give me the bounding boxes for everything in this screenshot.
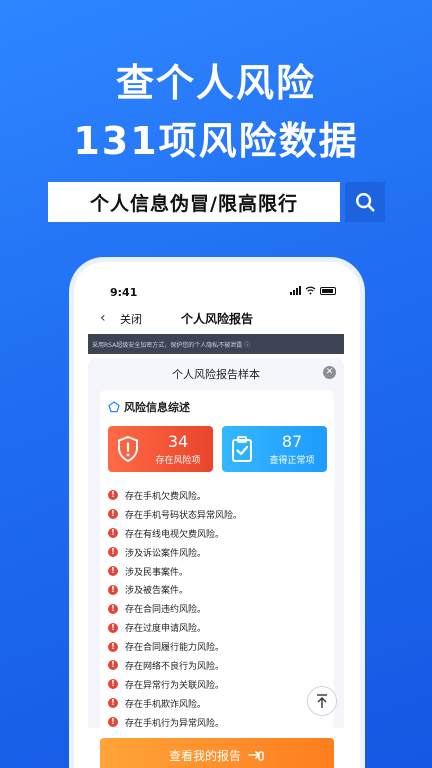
normal-count-value: 87 [281, 432, 303, 451]
search-icon [356, 193, 375, 212]
list-item: ! 存在手机行为异常风险。 [108, 713, 326, 732]
signal-icon [290, 286, 301, 295]
alert-icon: ! [108, 660, 118, 671]
report-sample-card: 个人风险报告样本 ✕ 风险信息综述 34 存在风险项 87 查得正常项 ! 存在… [88, 358, 344, 730]
list-item: ! 存在网络不良行为风险。 [108, 656, 326, 675]
list-item: ! 存在手机欠费风险。 [108, 486, 326, 505]
alert-icon: ! [108, 566, 118, 576]
list-item: ! 存在合同履行能力风险。 [108, 637, 326, 656]
list-item: ! 存在合同违约风险。 [108, 599, 326, 618]
hero-title: 查个人风险 [115, 61, 316, 105]
nav-bar: ‹ 关闭 个人风险报告 [74, 304, 360, 332]
status-bar: 9:41 [74, 262, 360, 306]
view-my-report-button[interactable]: 查看我的报告 [100, 738, 334, 768]
alert-icon: ! [108, 698, 118, 709]
section-title: 风险信息综述 [124, 401, 190, 414]
cta-label: 查看我的报告 [168, 748, 241, 763]
risk-summary-panel: 风险信息综述 34 存在风险项 87 查得正常项 ! 存在手机欠费风险。 ! 存… [100, 390, 334, 730]
alert-icon: ! [108, 717, 118, 728]
close-icon[interactable]: ✕ [323, 366, 336, 379]
hero-subtitle: 131项风险数据 [73, 119, 359, 163]
battery-icon [320, 286, 336, 295]
list-item: ! 存在手机欺诈风险。 [108, 694, 326, 713]
risk-count-value: 34 [167, 432, 189, 451]
page-title: 个人风险报告 [180, 312, 253, 326]
risk-count-stat: 34 存在风险项 [108, 426, 213, 472]
alert-icon: ! [108, 490, 118, 501]
pentagon-icon [108, 401, 120, 413]
warning-shield-icon [118, 435, 138, 463]
search-query-text: 个人信息伪冒/限高限行 [90, 192, 298, 215]
list-item: ! 涉及诉讼案件风险。 [108, 543, 326, 562]
normal-count-stat: 87 查得正常项 [222, 426, 327, 472]
risk-count-label: 存在风险项 [155, 456, 201, 466]
alert-icon: ! [108, 547, 118, 558]
search-button[interactable] [345, 182, 385, 222]
list-item: ! 存在异常行为关联风险。 [108, 675, 326, 694]
wifi-icon [305, 286, 316, 295]
back-to-top-button[interactable] [307, 686, 337, 716]
normal-count-label: 查得正常项 [269, 456, 315, 466]
list-item: ! 存在有线电视欠费风险。 [108, 524, 326, 543]
status-icons [290, 286, 336, 295]
status-time: 9:41 [110, 286, 138, 299]
list-item: ! 涉及民事案件。 [108, 562, 326, 581]
alert-icon: ! [108, 528, 118, 539]
alert-icon: ! [108, 509, 118, 520]
clipboard-check-icon [232, 436, 252, 462]
encryption-notice: 采用RSA超级安全加密方式，保护您的个人隐私不被泄露 ⓘ [88, 334, 344, 354]
pointing-hand-icon [248, 751, 264, 761]
section-header: 风险信息综述 [108, 399, 190, 415]
phone-mockup: 9:41 ‹ 关闭 个人风险报告 采用RSA超级安全加密方式，保护您的个人隐私不… [74, 262, 360, 768]
list-item: ! 存在手机号码状态异常风险。 [108, 505, 326, 524]
alert-icon: ! [108, 641, 118, 652]
list-item: ! 存在过度申请风险。 [108, 618, 326, 637]
risk-list: ! 存在手机欠费风险。 ! 存在手机号码状态异常风险。 ! 存在有线电视欠费风险。 !… [108, 486, 326, 732]
card-title: 个人风险报告样本 [172, 368, 260, 381]
list-item: ! 涉及被告案件。 [108, 580, 326, 599]
alert-icon: ! [108, 679, 118, 690]
alert-icon: ! [108, 603, 118, 614]
search-input[interactable]: 个人信息伪冒/限高限行 [48, 182, 340, 222]
arrow-up-icon [317, 694, 327, 708]
alert-icon: ! [108, 622, 118, 633]
alert-icon: ! [108, 584, 118, 595]
